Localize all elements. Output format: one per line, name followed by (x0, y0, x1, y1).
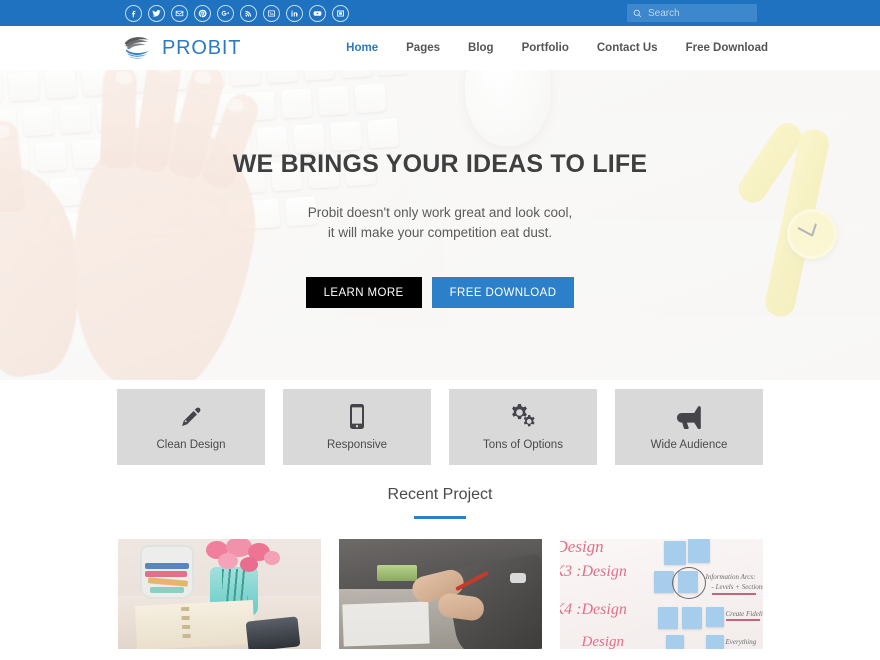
whiteboard-text-line1: K3 :Design (559, 563, 627, 580)
social-links (125, 4, 349, 22)
project-grid: Design K3 :Design K4 :Design Design Info… (0, 539, 880, 649)
google-plus-icon[interactable] (217, 4, 234, 22)
top-utility-bar (0, 0, 880, 26)
whiteboard-text-line2: K4 :Design (559, 601, 627, 618)
main-navigation: Home Pages Blog Portfolio Contact Us Fre… (346, 42, 768, 54)
hero-buttons: LEARN MORE FREE DOWNLOAD (305, 277, 575, 308)
feature-clean-design[interactable]: Clean Design (117, 389, 265, 465)
linkedin-icon[interactable] (286, 4, 303, 22)
feature-label: Clean Design (156, 438, 226, 451)
pinterest-icon[interactable] (194, 4, 211, 22)
whiteboard-text-top: Design (559, 539, 604, 556)
megaphone-icon (676, 404, 703, 430)
project-card-desk-flowers[interactable] (117, 539, 321, 649)
feature-responsive[interactable]: Responsive (283, 389, 431, 465)
rss-icon[interactable] (240, 4, 257, 22)
title-underline-accent (414, 516, 466, 519)
logo[interactable]: PROBIT (120, 33, 241, 63)
feature-label: Wide Audience (650, 438, 728, 451)
nav-item-blog[interactable]: Blog (468, 42, 494, 54)
feature-wide-audience[interactable]: Wide Audience (615, 389, 763, 465)
hero-subtitle: Probit doesn't only work great and look … (308, 203, 572, 243)
search-box[interactable] (627, 4, 757, 22)
whiteboard-text-line3: Design (581, 634, 625, 649)
mobile-phone-icon (349, 404, 365, 430)
nav-item-home[interactable]: Home (346, 42, 378, 54)
site-header: PROBIT Home Pages Blog Portfolio Contact… (0, 26, 880, 70)
search-input[interactable] (648, 7, 751, 19)
learn-more-button[interactable]: LEARN MORE (305, 277, 422, 308)
nav-item-contact-us[interactable]: Contact Us (597, 42, 658, 54)
probit-swoosh-logo-icon (120, 33, 156, 63)
vimeo-icon[interactable] (332, 4, 349, 22)
project-card-whiteboard[interactable]: Design K3 :Design K4 :Design Design Info… (559, 539, 763, 649)
twitter-icon[interactable] (148, 4, 165, 22)
youtube-icon[interactable] (309, 4, 326, 22)
whiteboard-annotation-2: - Levels + Sections (711, 583, 763, 591)
recent-projects-header: Recent Project (0, 474, 880, 519)
envelope-icon[interactable] (171, 4, 188, 22)
hero-content: WE BRINGS YOUR IDEAS TO LIFE Probit does… (0, 70, 880, 380)
whiteboard-annotation-4: Everything (725, 638, 757, 646)
hero-subtitle-line-1: Probit doesn't only work great and look … (307, 205, 573, 220)
nav-item-pages[interactable]: Pages (406, 42, 440, 54)
pencil-icon (179, 404, 203, 430)
feature-label: Responsive (326, 438, 388, 451)
hero-title: WE BRINGS YOUR IDEAS TO LIFE (232, 150, 648, 178)
section-title: Recent Project (387, 486, 493, 503)
search-icon (633, 9, 642, 18)
whiteboard-annotation-3: Create Fidelity (725, 610, 763, 618)
brand-name: PROBIT (162, 36, 242, 59)
gears-icon (510, 403, 536, 430)
feature-label: Tons of Options (483, 438, 563, 451)
free-download-button[interactable]: FREE DOWNLOAD (431, 277, 575, 308)
facebook-icon[interactable] (125, 4, 142, 22)
feature-boxes: Clean Design Responsive Tons of Options … (0, 380, 880, 474)
feature-tons-of-options[interactable]: Tons of Options (449, 389, 597, 465)
nav-item-portfolio[interactable]: Portfolio (522, 42, 569, 54)
project-card-hands-scissors[interactable] (338, 539, 542, 649)
nav-item-free-download[interactable]: Free Download (686, 42, 768, 54)
hero-banner: WE BRINGS YOUR IDEAS TO LIFE Probit does… (0, 70, 880, 380)
flickr-icon[interactable] (263, 4, 280, 22)
whiteboard-annotation-1: Information Arcs: (705, 573, 756, 581)
hero-subtitle-line-2: it will make your competition eat dust. (327, 225, 553, 240)
